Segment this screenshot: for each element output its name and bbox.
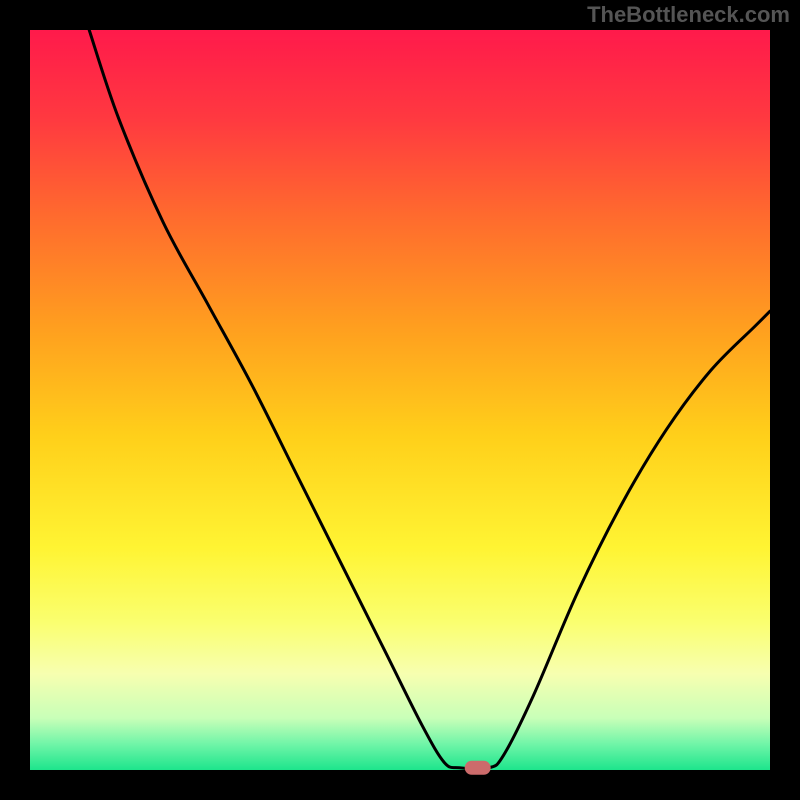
bottleneck-chart xyxy=(0,0,800,800)
optimal-marker xyxy=(465,761,491,775)
plot-background xyxy=(30,30,770,770)
chart-container: TheBottleneck.com xyxy=(0,0,800,800)
watermark-text: TheBottleneck.com xyxy=(587,2,790,28)
